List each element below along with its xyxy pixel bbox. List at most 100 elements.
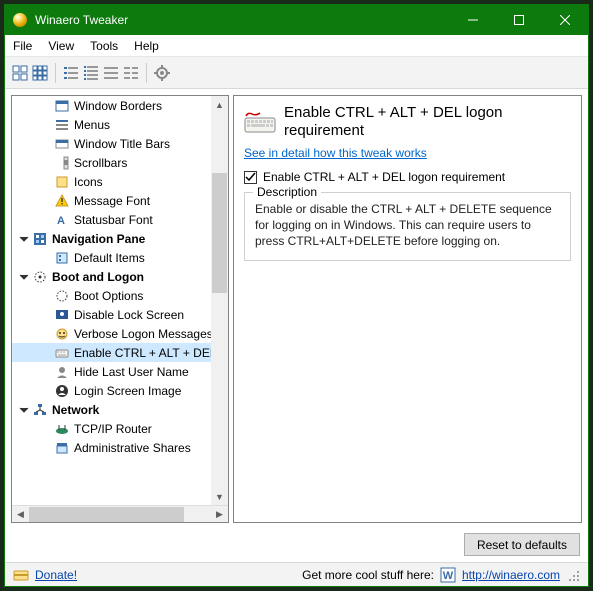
tree-item-net-1[interactable]: Administrative Shares [12,438,228,457]
tree-category-network[interactable]: Network [12,400,228,419]
tree-item-boot-0[interactable]: Boot Options [12,286,228,305]
tree-item-boot-1[interactable]: Disable Lock Screen [12,305,228,324]
tree-item-label: Default Items [74,251,145,265]
tree-item-label: TCP/IP Router [74,422,152,436]
checkbox-label: Enable CTRL + ALT + DEL logon requiremen… [263,170,505,184]
warn-icon [54,193,70,209]
enable-checkbox[interactable]: Enable CTRL + ALT + DEL logon requiremen… [244,170,571,184]
app-title: Winaero Tweaker [35,13,450,27]
checkbox-box[interactable] [244,171,257,184]
description-text: Enable or disable the CTRL + ALT + DELET… [255,201,560,250]
tree-item-label: Login Screen Image [74,384,181,398]
tree-item-label: Administrative Shares [74,441,191,455]
menu-view[interactable]: View [48,39,74,53]
tree-item-label: Enable CTRL + ALT + DEL [74,346,217,360]
settings-gear-icon[interactable] [153,64,171,82]
tree-category-label: Navigation Pane [52,232,145,246]
tree-category-navigation[interactable]: Navigation Pane [12,229,228,248]
tree-item-appearance-4[interactable]: Icons [12,172,228,191]
donate-link[interactable]: Donate! [35,568,77,582]
detail-link[interactable]: See in detail how this tweak works [244,146,427,160]
tree-view[interactable]: Window BordersMenus Window Title Bars Scro… [12,96,228,505]
view-small-icon[interactable] [31,64,49,82]
scrollbars-icon [54,155,70,171]
winaero-link[interactable]: http://winaero.com [462,568,560,582]
view-list3-icon[interactable] [102,64,120,82]
menu-help[interactable]: Help [134,39,159,53]
detail-title: Enable CTRL + ALT + DEL logon requiremen… [284,104,571,140]
horizontal-scrollbar[interactable]: ◀ ▶ [12,505,228,522]
tree-item-label: Hide Last User Name [74,365,189,379]
chevron-down-icon[interactable] [18,271,30,283]
scroll-thumb[interactable] [212,173,227,293]
tree-item-net-0[interactable]: TCP/IP Router [12,419,228,438]
tree-item-appearance-3[interactable]: Scrollbars [12,153,228,172]
scroll-track[interactable] [211,113,228,488]
font-icon: A [54,212,70,228]
minimize-button[interactable] [450,5,496,35]
scroll-down-icon[interactable]: ▼ [211,488,228,505]
tree-category-boot[interactable]: Boot and Logon [12,267,228,286]
app-window: Winaero Tweaker File View Tools Help Win… [4,4,589,587]
svg-text:W: W [443,570,454,582]
close-button[interactable] [542,5,588,35]
chevron-down-icon[interactable] [18,233,30,245]
view-list1-icon[interactable] [62,64,80,82]
detail-panel: Enable CTRL + ALT + DEL logon requiremen… [233,95,582,523]
vertical-scrollbar[interactable]: ▲ ▼ [211,96,228,505]
reset-button[interactable]: Reset to defaults [464,533,580,556]
network-icon [32,402,48,418]
tree-panel: Window BordersMenus Window Title Bars Scro… [11,95,229,523]
tree-item-nav-0[interactable]: Default Items [12,248,228,267]
tree-item-appearance-5[interactable]: Message Font [12,191,228,210]
scroll-track[interactable] [29,506,211,523]
view-list2-icon[interactable] [82,64,100,82]
router-icon [54,421,70,437]
tree-item-boot-3[interactable]: Enable CTRL + ALT + DEL [12,343,228,362]
tree-item-appearance-0[interactable]: Window Borders [12,96,228,115]
more-stuff-label: Get more cool stuff here: [302,568,434,582]
bootcat-icon [32,269,48,285]
verb-icon [54,326,70,342]
icons-icon [54,174,70,190]
scroll-thumb[interactable] [29,507,184,522]
svg-text:A: A [57,215,65,227]
lock-icon [54,307,70,323]
tree-item-label: Disable Lock Screen [74,308,184,322]
button-row: Reset to defaults [5,529,588,562]
menu-tools[interactable]: Tools [90,39,118,53]
menu-file[interactable]: File [13,39,32,53]
description-box: Description Enable or disable the CTRL +… [244,192,571,261]
winaero-icon: W [440,567,456,583]
window-icon [54,98,70,114]
maximize-button[interactable] [496,5,542,35]
toolbar-separator [55,63,56,83]
statusbar: Donate! Get more cool stuff here: W http… [5,562,588,586]
tree-item-boot-4[interactable]: Hide Last User Name [12,362,228,381]
donate-icon [13,568,29,582]
tree-item-boot-2[interactable]: Verbose Logon Messages [12,324,228,343]
view-large-icon[interactable] [11,64,29,82]
window-buttons [450,5,588,35]
keyboard-icon [244,110,276,134]
navigation-icon [32,231,48,247]
content-area: Window BordersMenus Window Title Bars Scro… [5,89,588,529]
scroll-left-icon[interactable]: ◀ [12,506,29,523]
scroll-right-icon[interactable]: ▶ [211,506,228,523]
tree-item-appearance-2[interactable]: Window Title Bars [12,134,228,153]
resize-grip-icon[interactable] [566,568,580,582]
titlebar: Winaero Tweaker [5,5,588,35]
tree-item-appearance-6[interactable]: A Statusbar Font [12,210,228,229]
scroll-up-icon[interactable]: ▲ [211,96,228,113]
tree-item-label: Message Font [74,194,150,208]
boot-icon [54,288,70,304]
toolbar [5,57,588,89]
tree-item-label: Window Title Bars [74,137,170,151]
tree-item-label: Icons [74,175,103,189]
tree-item-label: Statusbar Font [74,213,153,227]
view-list4-icon[interactable] [122,64,140,82]
tree-item-appearance-1[interactable]: Menus [12,115,228,134]
tree-item-boot-5[interactable]: Login Screen Image [12,381,228,400]
tree-category-label: Boot and Logon [52,270,144,284]
chevron-down-icon[interactable] [18,404,30,416]
